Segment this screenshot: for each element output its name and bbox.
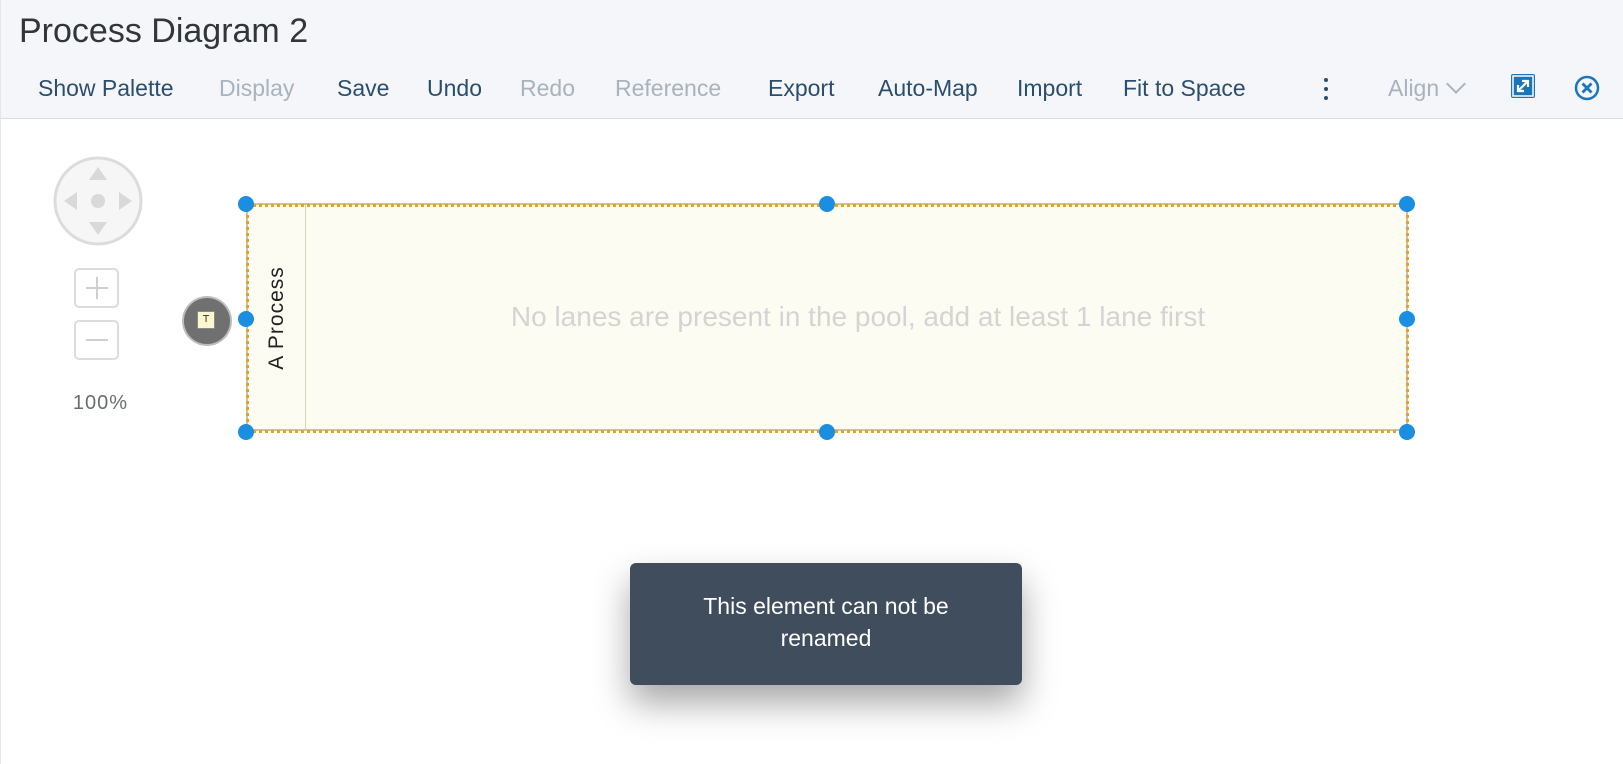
process-diagram-page: Process Diagram 2 Show Palette Display S… (0, 0, 1623, 764)
resize-handle-right[interactable] (1399, 311, 1415, 327)
display-button[interactable]: Display (219, 75, 294, 102)
toast-text-line-2: renamed (780, 625, 872, 651)
reference-button[interactable]: Reference (615, 75, 721, 102)
resize-handle-left[interactable] (238, 311, 254, 327)
toast-text-line-1: This element can not be (703, 593, 949, 619)
pool-header[interactable]: A Process (248, 205, 306, 429)
auto-map-button[interactable]: Auto-Map (878, 75, 978, 102)
chevron-down-icon (1446, 74, 1467, 94)
align-dropdown[interactable]: Align (1388, 74, 1467, 102)
more-vertical-icon[interactable] (1323, 78, 1329, 104)
export-button[interactable]: Export (768, 75, 834, 102)
toast-message: This element can not be renamed (630, 563, 1022, 685)
pool-empty-message: No lanes are present in the pool, add at… (510, 301, 1206, 332)
close-circle-icon[interactable] (1574, 75, 1600, 101)
toolbar: Show Palette Display Save Undo Redo Refe… (1, 58, 1623, 119)
pan-navigation-icon[interactable] (52, 155, 144, 247)
resize-handle-top[interactable] (819, 196, 835, 212)
title-bar: Process Diagram 2 (1, 0, 1623, 58)
save-button[interactable]: Save (337, 75, 389, 102)
resize-handle-bottom-right[interactable] (1399, 424, 1415, 440)
undo-button[interactable]: Undo (427, 75, 482, 102)
fit-to-space-button[interactable]: Fit to Space (1123, 75, 1246, 102)
resize-handle-bottom[interactable] (819, 424, 835, 440)
pool-name: A Process (265, 266, 288, 370)
align-label: Align (1388, 75, 1440, 101)
text-tool-icon[interactable]: T (184, 298, 230, 344)
resize-handle-top-right[interactable] (1399, 196, 1415, 212)
expand-icon[interactable] (1511, 74, 1535, 98)
zoom-in-button[interactable] (74, 268, 119, 308)
redo-button[interactable]: Redo (520, 75, 575, 102)
pool[interactable]: A Process No lanes are present in the po… (246, 203, 1408, 431)
resize-handle-top-left[interactable] (238, 196, 254, 212)
zoom-out-button[interactable] (74, 320, 119, 360)
show-palette-button[interactable]: Show Palette (38, 75, 174, 102)
import-button[interactable]: Import (1017, 75, 1082, 102)
page-title: Process Diagram 2 (19, 12, 309, 50)
minus-icon (86, 339, 108, 341)
zoom-level: 100% (72, 392, 129, 414)
resize-handle-bottom-left[interactable] (238, 424, 254, 440)
